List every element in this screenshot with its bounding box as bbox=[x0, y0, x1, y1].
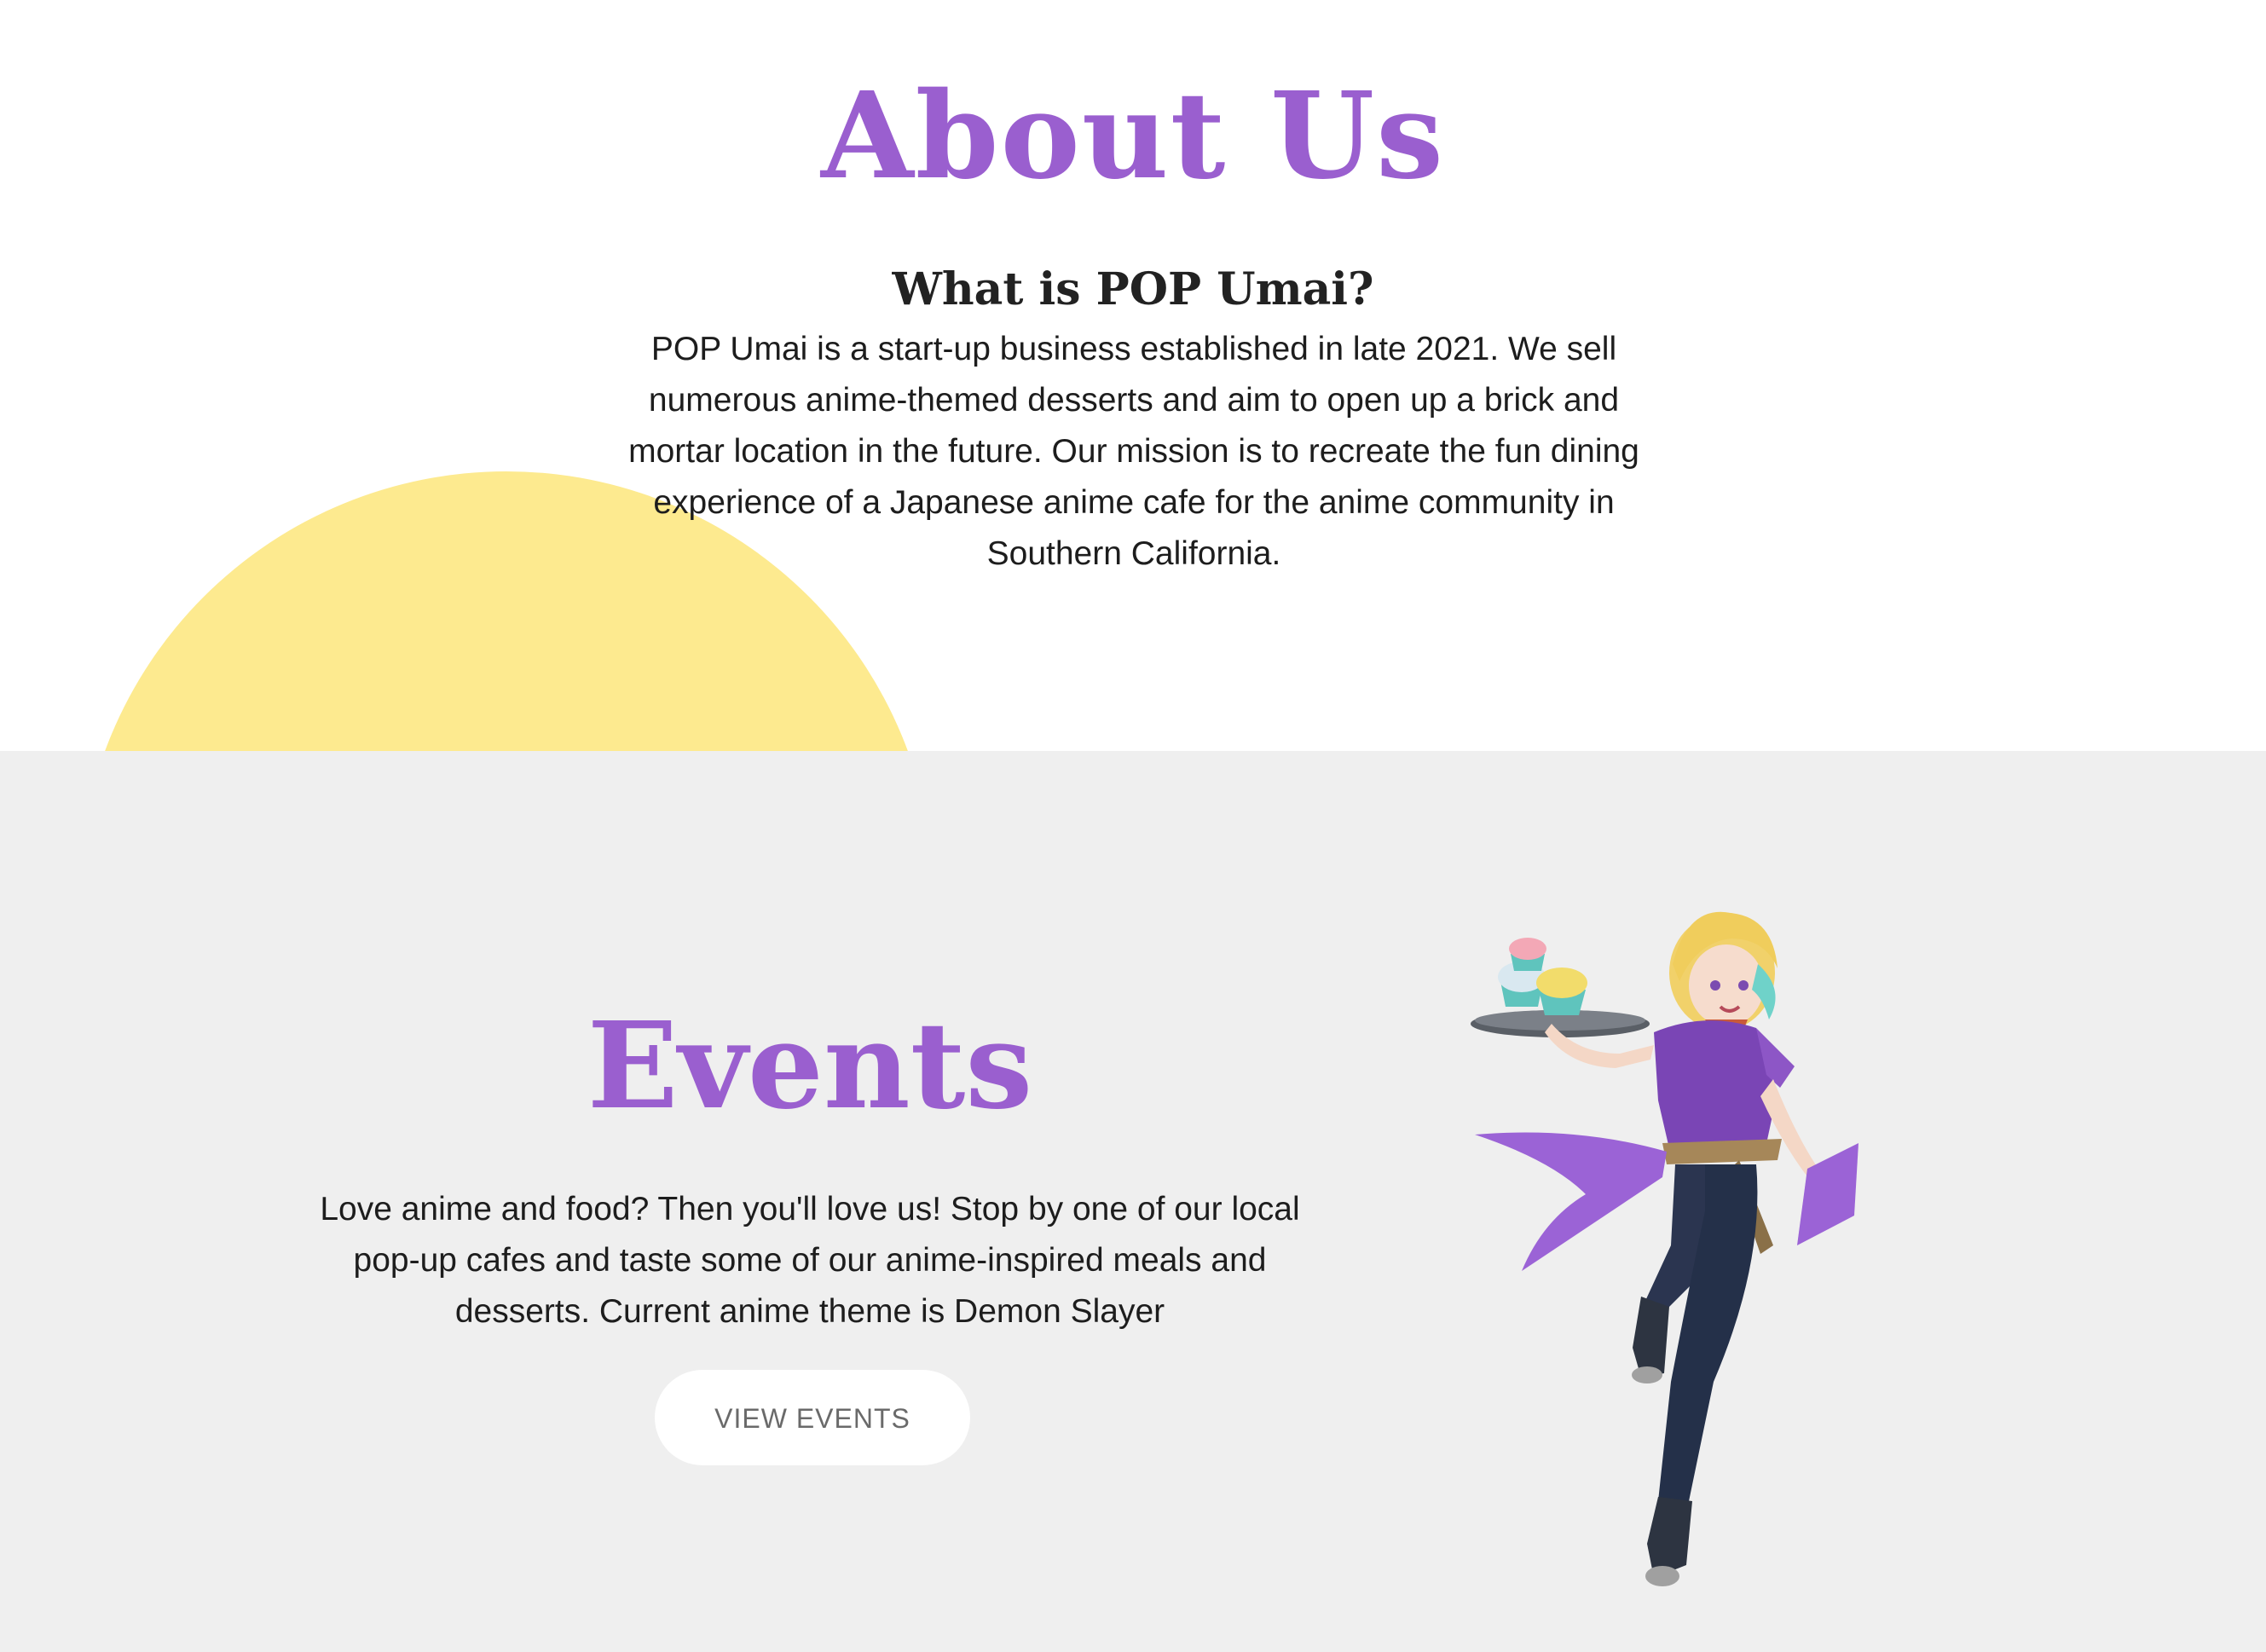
about-title: About Us bbox=[821, 66, 1445, 206]
about-section: About Us What is POP Umai? POP Umai is a… bbox=[0, 0, 2266, 751]
about-description: POP Umai is a start-up business establis… bbox=[628, 331, 1639, 572]
view-events-button[interactable]: VIEW EVENTS bbox=[655, 1370, 970, 1465]
events-description: Love anime and food? Then you'll love us… bbox=[320, 1191, 1300, 1330]
events-title: Events bbox=[587, 996, 1033, 1136]
events-section: Events Love anime and food? Then you'll … bbox=[0, 751, 2266, 1652]
about-subtitle: What is POP Umai? bbox=[892, 263, 1374, 315]
anime-waitress-illustration bbox=[1471, 911, 1858, 1586]
page: About Us What is POP Umai? POP Umai is a… bbox=[0, 0, 2266, 1652]
